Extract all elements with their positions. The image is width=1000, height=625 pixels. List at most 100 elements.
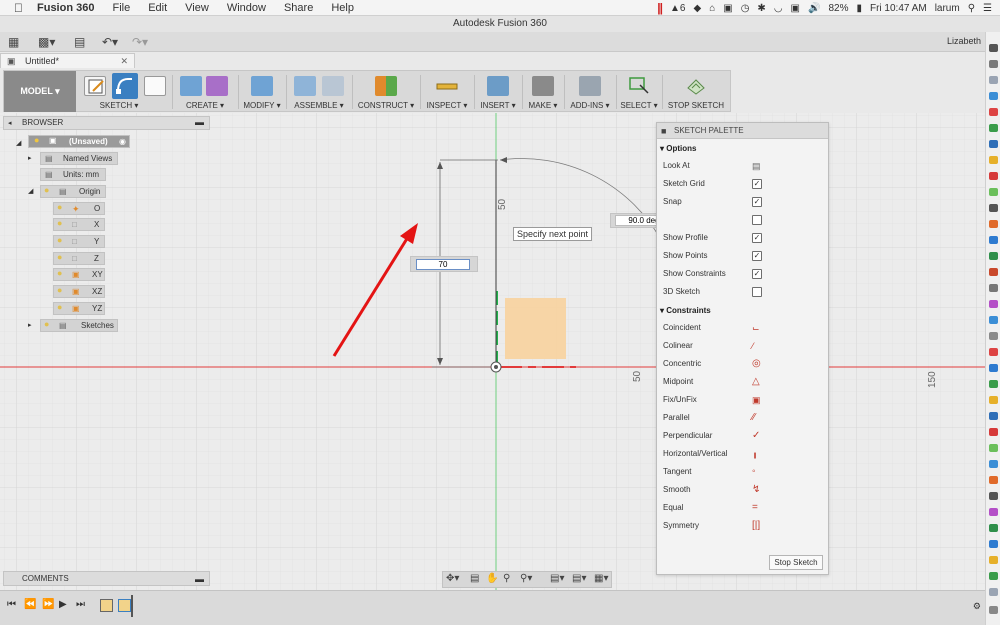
terminal-icon[interactable] <box>989 204 998 212</box>
menu-help[interactable]: Help <box>331 2 354 14</box>
zoom-app-icon[interactable] <box>989 460 998 468</box>
dropbox-icon[interactable]: ◆ <box>693 3 701 14</box>
inspect-group[interactable]: INSPECT ▾ <box>422 71 472 112</box>
x-axis-node[interactable]: ● □ X <box>53 218 105 231</box>
maps-icon[interactable] <box>989 188 998 196</box>
sketch-viewport[interactable] <box>0 113 985 590</box>
press-pull-icon[interactable] <box>251 76 273 96</box>
3d-print-icon[interactable] <box>532 76 554 96</box>
finder-icon[interactable] <box>989 60 998 68</box>
minimize-icon[interactable]: ▬ <box>195 117 204 127</box>
root-component-chip[interactable]: ● ▣ (Unsaved) ◉ <box>28 135 130 148</box>
create-group[interactable]: CREATE ▾ <box>174 71 236 112</box>
powerpoint-icon[interactable] <box>989 268 998 276</box>
go-to-start-icon[interactable]: ⏮ <box>7 599 16 610</box>
insert-image-icon[interactable] <box>487 76 509 96</box>
visibility-bulb-icon[interactable]: ● <box>57 218 62 228</box>
menu-file[interactable]: File <box>112 2 130 14</box>
visibility-bulb-icon[interactable]: ● <box>44 185 49 195</box>
app-store-icon[interactable] <box>989 316 998 324</box>
volume-icon[interactable]: 🔊 <box>808 3 820 14</box>
xz-plane-node[interactable]: ● ▣ XZ <box>53 285 105 298</box>
airplay-icon[interactable]: ▣ <box>791 3 800 14</box>
skype-icon[interactable] <box>989 364 998 372</box>
constraint-smooth[interactable]: Smooth ↯ <box>663 481 823 499</box>
launchpad-icon[interactable] <box>989 76 998 84</box>
expand-arrow-icon[interactable]: ◢ <box>16 140 21 147</box>
constraint-fix-unfix[interactable]: Fix/UnFix ▣ <box>663 391 823 409</box>
visibility-bulb-icon[interactable]: ● <box>44 319 49 329</box>
evernote-icon[interactable] <box>989 444 998 452</box>
form-icon[interactable] <box>206 76 228 96</box>
z-axis-node[interactable]: ● □ Z <box>53 252 105 265</box>
firefox-icon[interactable] <box>989 476 998 484</box>
constraint-tangent[interactable]: Tangent ◦ <box>663 463 823 481</box>
photo-booth-icon[interactable] <box>989 348 998 356</box>
stop-sketch-group[interactable]: STOP SKETCH <box>664 71 728 112</box>
apple-icon[interactable]:  <box>14 1 23 15</box>
create-sketch-icon[interactable] <box>84 76 106 96</box>
select-icon[interactable] <box>628 76 650 96</box>
visibility-bulb-icon[interactable]: ● <box>57 302 62 312</box>
constraint-colinear[interactable]: Colinear ⁄ <box>663 337 823 355</box>
origin-node[interactable]: ● ▤ Origin <box>40 185 106 198</box>
show-points-checkbox[interactable]: ✓ <box>752 251 762 261</box>
constraint-coincident[interactable]: Coincident ⌙ <box>663 319 823 337</box>
stickies-icon[interactable] <box>989 396 998 404</box>
lock-icon[interactable]: ▣ <box>723 3 732 14</box>
minimize-icon[interactable]: ■ <box>661 123 666 139</box>
acrobat-icon[interactable] <box>989 428 998 436</box>
unlabeled-checkbox[interactable] <box>752 215 762 225</box>
length-input[interactable] <box>416 259 470 270</box>
measure-icon[interactable] <box>436 76 458 96</box>
equal-icon[interactable]: = <box>752 503 762 513</box>
origin-point-node[interactable]: ● ✦ O <box>53 202 105 215</box>
word-icon[interactable] <box>989 236 998 244</box>
option-show-points[interactable]: Show Points ✓ <box>663 247 823 265</box>
assemble-group[interactable]: ASSEMBLE ▾ <box>288 71 350 112</box>
activate-radio-icon[interactable]: ◉ <box>119 136 126 148</box>
option-sketch-grid[interactable]: Sketch Grid ✓ <box>663 175 823 193</box>
clock-text[interactable]: Fri 10:47 AM <box>870 3 927 14</box>
keynote-icon[interactable] <box>989 540 998 548</box>
option-unlabeled[interactable] <box>663 211 823 229</box>
new-component-icon[interactable] <box>294 76 316 96</box>
look-at-icon[interactable]: ▤ <box>470 573 479 585</box>
excel-icon[interactable] <box>989 252 998 260</box>
menu-share[interactable]: Share <box>284 2 313 14</box>
coincident-icon[interactable]: ⌙ <box>752 323 762 333</box>
sketches-node[interactable]: ● ▤ Sketches <box>40 319 118 332</box>
activity-monitor-icon[interactable] <box>989 492 998 500</box>
close-tab-icon[interactable]: ✕ <box>120 54 128 68</box>
xy-plane-node[interactable]: ● ▣ XY <box>53 268 105 281</box>
menu-view[interactable]: View <box>185 2 209 14</box>
go-to-end-icon[interactable]: ⏭ <box>76 599 85 610</box>
show-constraints-checkbox[interactable]: ✓ <box>752 269 762 279</box>
yz-plane-node[interactable]: ● ▣ YZ <box>53 302 105 315</box>
collapse-arrow-icon[interactable]: ◂ <box>8 119 12 127</box>
offset-plane-icon[interactable] <box>375 76 397 96</box>
step-forward-icon[interactable]: ⏩ <box>42 599 54 610</box>
symmetry-icon[interactable]: [|] <box>752 521 762 531</box>
menu-edit[interactable]: Edit <box>148 2 167 14</box>
wifi-icon[interactable]: ◡ <box>774 3 783 14</box>
clock-icon[interactable]: ◷ <box>741 3 750 14</box>
constraint-symmetry[interactable]: Symmetry [|] <box>663 517 823 535</box>
app-menu[interactable]: Fusion 360 <box>37 2 94 14</box>
design-canvas[interactable] <box>0 113 985 590</box>
constraint-concentric[interactable]: Concentric ◎ <box>663 355 823 373</box>
visibility-bulb-icon[interactable]: ● <box>34 135 39 145</box>
visibility-bulb-icon[interactable]: ● <box>57 235 62 245</box>
fit-icon[interactable]: ⚲▾ <box>520 573 532 585</box>
trash-icon[interactable] <box>989 606 998 614</box>
named-views-node[interactable]: ▤ Named Views <box>40 152 118 165</box>
stop-sketch-icon[interactable] <box>685 76 707 96</box>
box-icon[interactable] <box>180 76 202 96</box>
visibility-bulb-icon[interactable]: ● <box>57 285 62 295</box>
sketch-palette-header[interactable]: ■ SKETCH PALETTE <box>657 123 828 139</box>
lock-icon[interactable]: ▣ <box>752 395 762 405</box>
sketch-group[interactable]: SKETCH ▾ <box>78 71 170 112</box>
notification-icon[interactable]: ☰ <box>983 3 992 14</box>
user-menu[interactable]: larum <box>935 3 960 14</box>
perpendicular-icon[interactable]: ✓ <box>752 431 762 441</box>
